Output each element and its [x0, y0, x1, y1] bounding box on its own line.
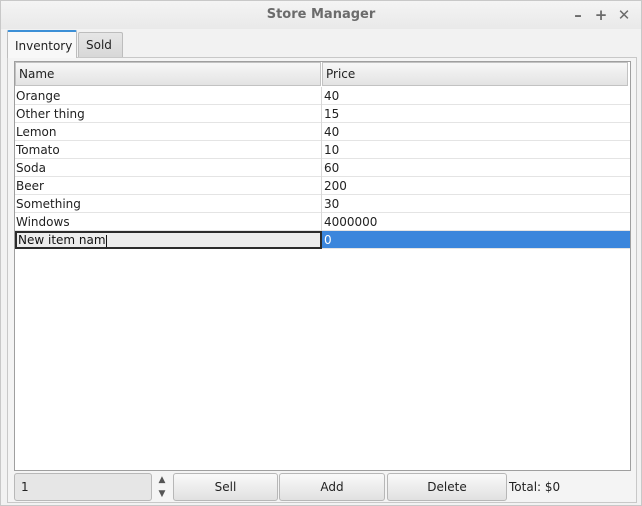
tab-sold[interactable]: Sold — [78, 32, 123, 58]
name-cell[interactable]: Other thing — [15, 105, 322, 123]
table-row[interactable]: Tomato 10 — [15, 141, 630, 159]
price-cell[interactable]: 60 — [323, 159, 630, 177]
delete-button[interactable]: Delete — [387, 473, 507, 501]
price-cell[interactable]: 0 — [323, 231, 630, 249]
store-manager-window: Store Manager – + ✕ Inventory Sold Name … — [0, 0, 642, 506]
table-body: Orange 40 Other thing 15 Lemon 40 Tomato… — [15, 87, 630, 249]
chevron-up-icon[interactable]: ▲ — [154, 473, 170, 487]
table-header: Name Price — [15, 62, 630, 86]
price-cell[interactable]: 10 — [323, 141, 630, 159]
price-cell[interactable]: 30 — [323, 195, 630, 213]
table-row[interactable]: Windows 4000000 — [15, 213, 630, 231]
table-row[interactable]: Beer 200 — [15, 177, 630, 195]
price-cell[interactable]: 40 — [323, 87, 630, 105]
action-bar: 1 ▲ ▼ Sell Add Delete Total: $0 — [14, 473, 634, 501]
table-row[interactable]: Other thing 15 — [15, 105, 630, 123]
table-row[interactable]: Lemon 40 — [15, 123, 630, 141]
name-cell[interactable]: Soda — [15, 159, 322, 177]
maximize-icon[interactable]: + — [591, 5, 611, 25]
inventory-table[interactable]: Name Price Orange 40 Other thing 15 Lemo… — [14, 61, 631, 471]
name-cell[interactable]: Lemon — [15, 123, 322, 141]
minimize-icon[interactable]: – — [568, 5, 588, 25]
name-edit-text[interactable]: New item nam — [18, 233, 106, 247]
total-label: Total: $0 — [509, 480, 561, 494]
name-cell[interactable]: Beer — [15, 177, 322, 195]
name-cell[interactable]: Something — [15, 195, 322, 213]
name-edit-cell[interactable]: New item nam — [15, 231, 322, 249]
sell-button[interactable]: Sell — [173, 473, 278, 501]
price-cell[interactable]: 15 — [323, 105, 630, 123]
quantity-stepper[interactable]: 1 — [14, 473, 152, 501]
name-cell[interactable]: Orange — [15, 87, 322, 105]
chevron-down-icon[interactable]: ▼ — [154, 487, 170, 501]
text-caret — [105, 234, 107, 247]
title-bar[interactable]: Store Manager – + ✕ — [1, 1, 641, 29]
table-row[interactable]: Orange 40 — [15, 87, 630, 105]
stepper-arrows: ▲ ▼ — [154, 473, 170, 501]
price-cell[interactable]: 40 — [323, 123, 630, 141]
table-row[interactable]: Something 30 — [15, 195, 630, 213]
name-cell[interactable]: Windows — [15, 213, 322, 231]
inventory-panel: Name Price Orange 40 Other thing 15 Lemo… — [7, 57, 637, 503]
add-button[interactable]: Add — [279, 473, 385, 501]
window-title: Store Manager — [266, 7, 376, 22]
close-icon[interactable]: ✕ — [614, 5, 634, 25]
table-row[interactable]: Soda 60 — [15, 159, 630, 177]
price-cell[interactable]: 4000000 — [323, 213, 630, 231]
selected-table-row[interactable]: New item nam 0 — [15, 231, 630, 249]
price-cell[interactable]: 200 — [323, 177, 630, 195]
tab-inventory[interactable]: Inventory — [7, 30, 77, 58]
column-header-price[interactable]: Price — [322, 62, 628, 86]
column-header-name[interactable]: Name — [15, 62, 321, 86]
name-cell[interactable]: Tomato — [15, 141, 322, 159]
